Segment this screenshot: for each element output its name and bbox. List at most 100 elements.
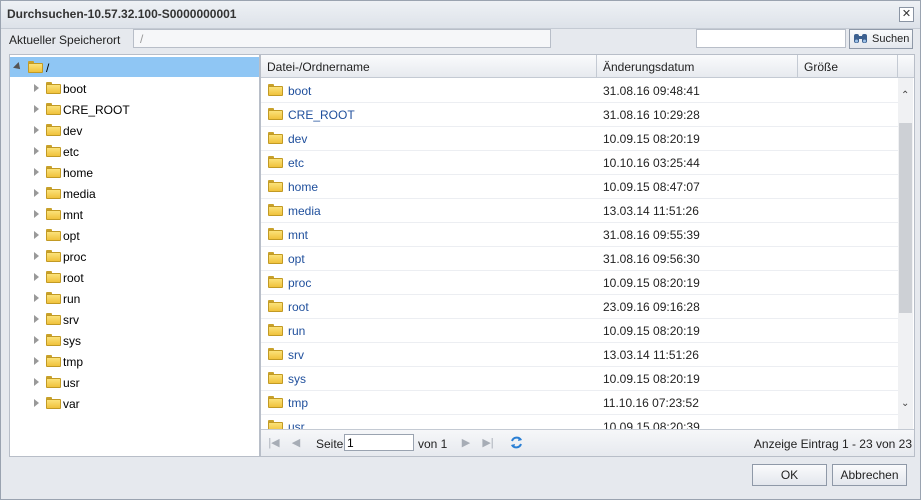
table-row[interactable]: sys 10.09.15 08:20:19 <box>261 366 898 391</box>
expand-arrow-icon[interactable] <box>34 105 39 113</box>
table-row[interactable]: etc 10.10.16 03:25:44 <box>261 150 898 175</box>
table-row[interactable]: tmp 11.10.16 07:23:52 <box>261 390 898 415</box>
table-row[interactable]: opt 31.08.16 09:56:30 <box>261 246 898 271</box>
table-row[interactable]: proc 10.09.15 08:20:19 <box>261 270 898 295</box>
row-date: 10.09.15 08:20:19 <box>603 324 700 338</box>
tree-item[interactable]: tmp <box>10 351 259 371</box>
row-name[interactable]: run <box>288 324 305 338</box>
expand-arrow-icon[interactable] <box>34 378 39 386</box>
table-row[interactable]: media 13.03.14 11:51:26 <box>261 198 898 223</box>
folder-icon <box>268 396 283 408</box>
table-row[interactable]: boot 31.08.16 09:48:41 <box>261 78 898 103</box>
tree-item[interactable]: sys <box>10 330 259 350</box>
expand-arrow-icon[interactable] <box>34 399 39 407</box>
row-name[interactable]: boot <box>288 84 311 98</box>
cancel-button[interactable]: Abbrechen <box>832 464 907 486</box>
row-date: 11.10.16 07:23:52 <box>603 396 699 410</box>
tree-item[interactable]: CRE_ROOT <box>10 99 259 119</box>
tree-item[interactable]: media <box>10 183 259 203</box>
row-name[interactable]: mnt <box>288 228 308 242</box>
column-header-size[interactable]: Größe <box>804 60 838 74</box>
tree-item[interactable]: home <box>10 162 259 182</box>
tree-item[interactable]: var <box>10 393 259 413</box>
scroll-up-icon[interactable]: ⌃ <box>901 90 910 101</box>
row-name[interactable]: proc <box>288 276 311 290</box>
expand-arrow-icon[interactable] <box>34 210 39 218</box>
current-location-label: Aktueller Speicherort <box>9 33 121 47</box>
table-row[interactable]: root 23.09.16 09:16:28 <box>261 294 898 319</box>
row-date: 10.09.15 08:20:19 <box>603 276 700 290</box>
refresh-icon[interactable] <box>509 435 524 450</box>
column-divider[interactable] <box>596 55 597 77</box>
tree-item-label: sys <box>63 334 81 348</box>
column-header-name[interactable]: Datei-/Ordnername <box>267 60 370 74</box>
expand-arrow-icon[interactable] <box>34 294 39 302</box>
search-input[interactable] <box>696 29 846 48</box>
table-row[interactable]: dev 10.09.15 08:20:19 <box>261 126 898 151</box>
scroll-down-icon[interactable]: ⌄ <box>901 398 910 409</box>
tree-item[interactable]: boot <box>10 78 259 98</box>
row-name[interactable]: srv <box>288 348 304 362</box>
tree-item[interactable]: etc <box>10 141 259 161</box>
ok-button[interactable]: OK <box>752 464 827 486</box>
expand-arrow-icon[interactable] <box>34 357 39 365</box>
tree-item-label: CRE_ROOT <box>63 103 130 117</box>
column-divider[interactable] <box>797 55 798 77</box>
folder-icon <box>268 156 283 168</box>
row-name[interactable]: sys <box>288 372 306 386</box>
row-name[interactable]: home <box>288 180 318 194</box>
vertical-scrollbar[interactable]: ⌃ ⌄ <box>898 78 913 430</box>
tree-item[interactable]: root <box>10 267 259 287</box>
folder-icon <box>46 166 61 178</box>
row-name[interactable]: tmp <box>288 396 308 410</box>
search-button-label: Suchen <box>872 33 910 45</box>
tree-item[interactable]: mnt <box>10 204 259 224</box>
row-name[interactable]: etc <box>288 156 304 170</box>
row-name[interactable]: root <box>288 300 309 314</box>
tree-item[interactable]: proc <box>10 246 259 266</box>
expand-arrow-icon[interactable] <box>34 126 39 134</box>
first-page-icon[interactable]: |◀ <box>267 436 281 450</box>
tree-item[interactable]: srv <box>10 309 259 329</box>
expand-arrow-icon[interactable] <box>34 147 39 155</box>
next-page-icon[interactable]: ▶ <box>459 436 473 450</box>
table-row[interactable]: run 10.09.15 08:20:19 <box>261 318 898 343</box>
tree-item[interactable]: usr <box>10 372 259 392</box>
title-bar: Durchsuchen-10.57.32.100-S0000000001 ✕ <box>1 1 920 29</box>
expand-arrow-icon[interactable] <box>34 168 39 176</box>
last-page-icon[interactable]: ▶| <box>481 436 495 450</box>
table-row[interactable]: home 10.09.15 08:47:07 <box>261 174 898 199</box>
table-row[interactable]: CRE_ROOT 31.08.16 10:29:28 <box>261 102 898 127</box>
search-button[interactable]: Suchen <box>849 29 913 49</box>
previous-page-icon[interactable]: ◀ <box>289 436 303 450</box>
tree-item-label: home <box>63 166 94 180</box>
tree-item-label: usr <box>63 376 80 390</box>
tree-item[interactable]: dev <box>10 120 259 140</box>
expand-arrow-icon[interactable] <box>34 84 39 92</box>
expand-arrow-icon[interactable] <box>34 231 39 239</box>
table-row[interactable]: srv 13.03.14 11:51:26 <box>261 342 898 367</box>
expand-arrow-icon[interactable] <box>34 336 39 344</box>
scrollbar-thumb[interactable] <box>899 123 912 313</box>
row-name[interactable]: CRE_ROOT <box>288 108 355 122</box>
current-location-input[interactable] <box>133 29 551 48</box>
tree-item[interactable]: run <box>10 288 259 308</box>
expand-arrow-icon[interactable] <box>34 315 39 323</box>
folder-icon <box>268 276 283 288</box>
row-name[interactable]: media <box>288 204 321 218</box>
row-name[interactable]: opt <box>288 252 305 266</box>
row-name[interactable]: dev <box>288 132 307 146</box>
tree-item-root[interactable]: / <box>10 57 259 77</box>
close-button[interactable]: ✕ <box>899 7 914 22</box>
expand-arrow-icon[interactable] <box>13 62 23 72</box>
column-header-date[interactable]: Änderungsdatum <box>603 60 694 74</box>
expand-arrow-icon[interactable] <box>34 273 39 281</box>
grid-header: Datei-/Ordnername Änderungsdatum Größe <box>261 55 914 78</box>
row-date: 13.03.14 11:51:26 <box>603 348 699 362</box>
expand-arrow-icon[interactable] <box>34 189 39 197</box>
expand-arrow-icon[interactable] <box>34 252 39 260</box>
tree-item[interactable]: opt <box>10 225 259 245</box>
page-number-input[interactable] <box>344 434 414 451</box>
table-row[interactable]: mnt 31.08.16 09:55:39 <box>261 222 898 247</box>
close-icon: ✕ <box>901 8 912 20</box>
